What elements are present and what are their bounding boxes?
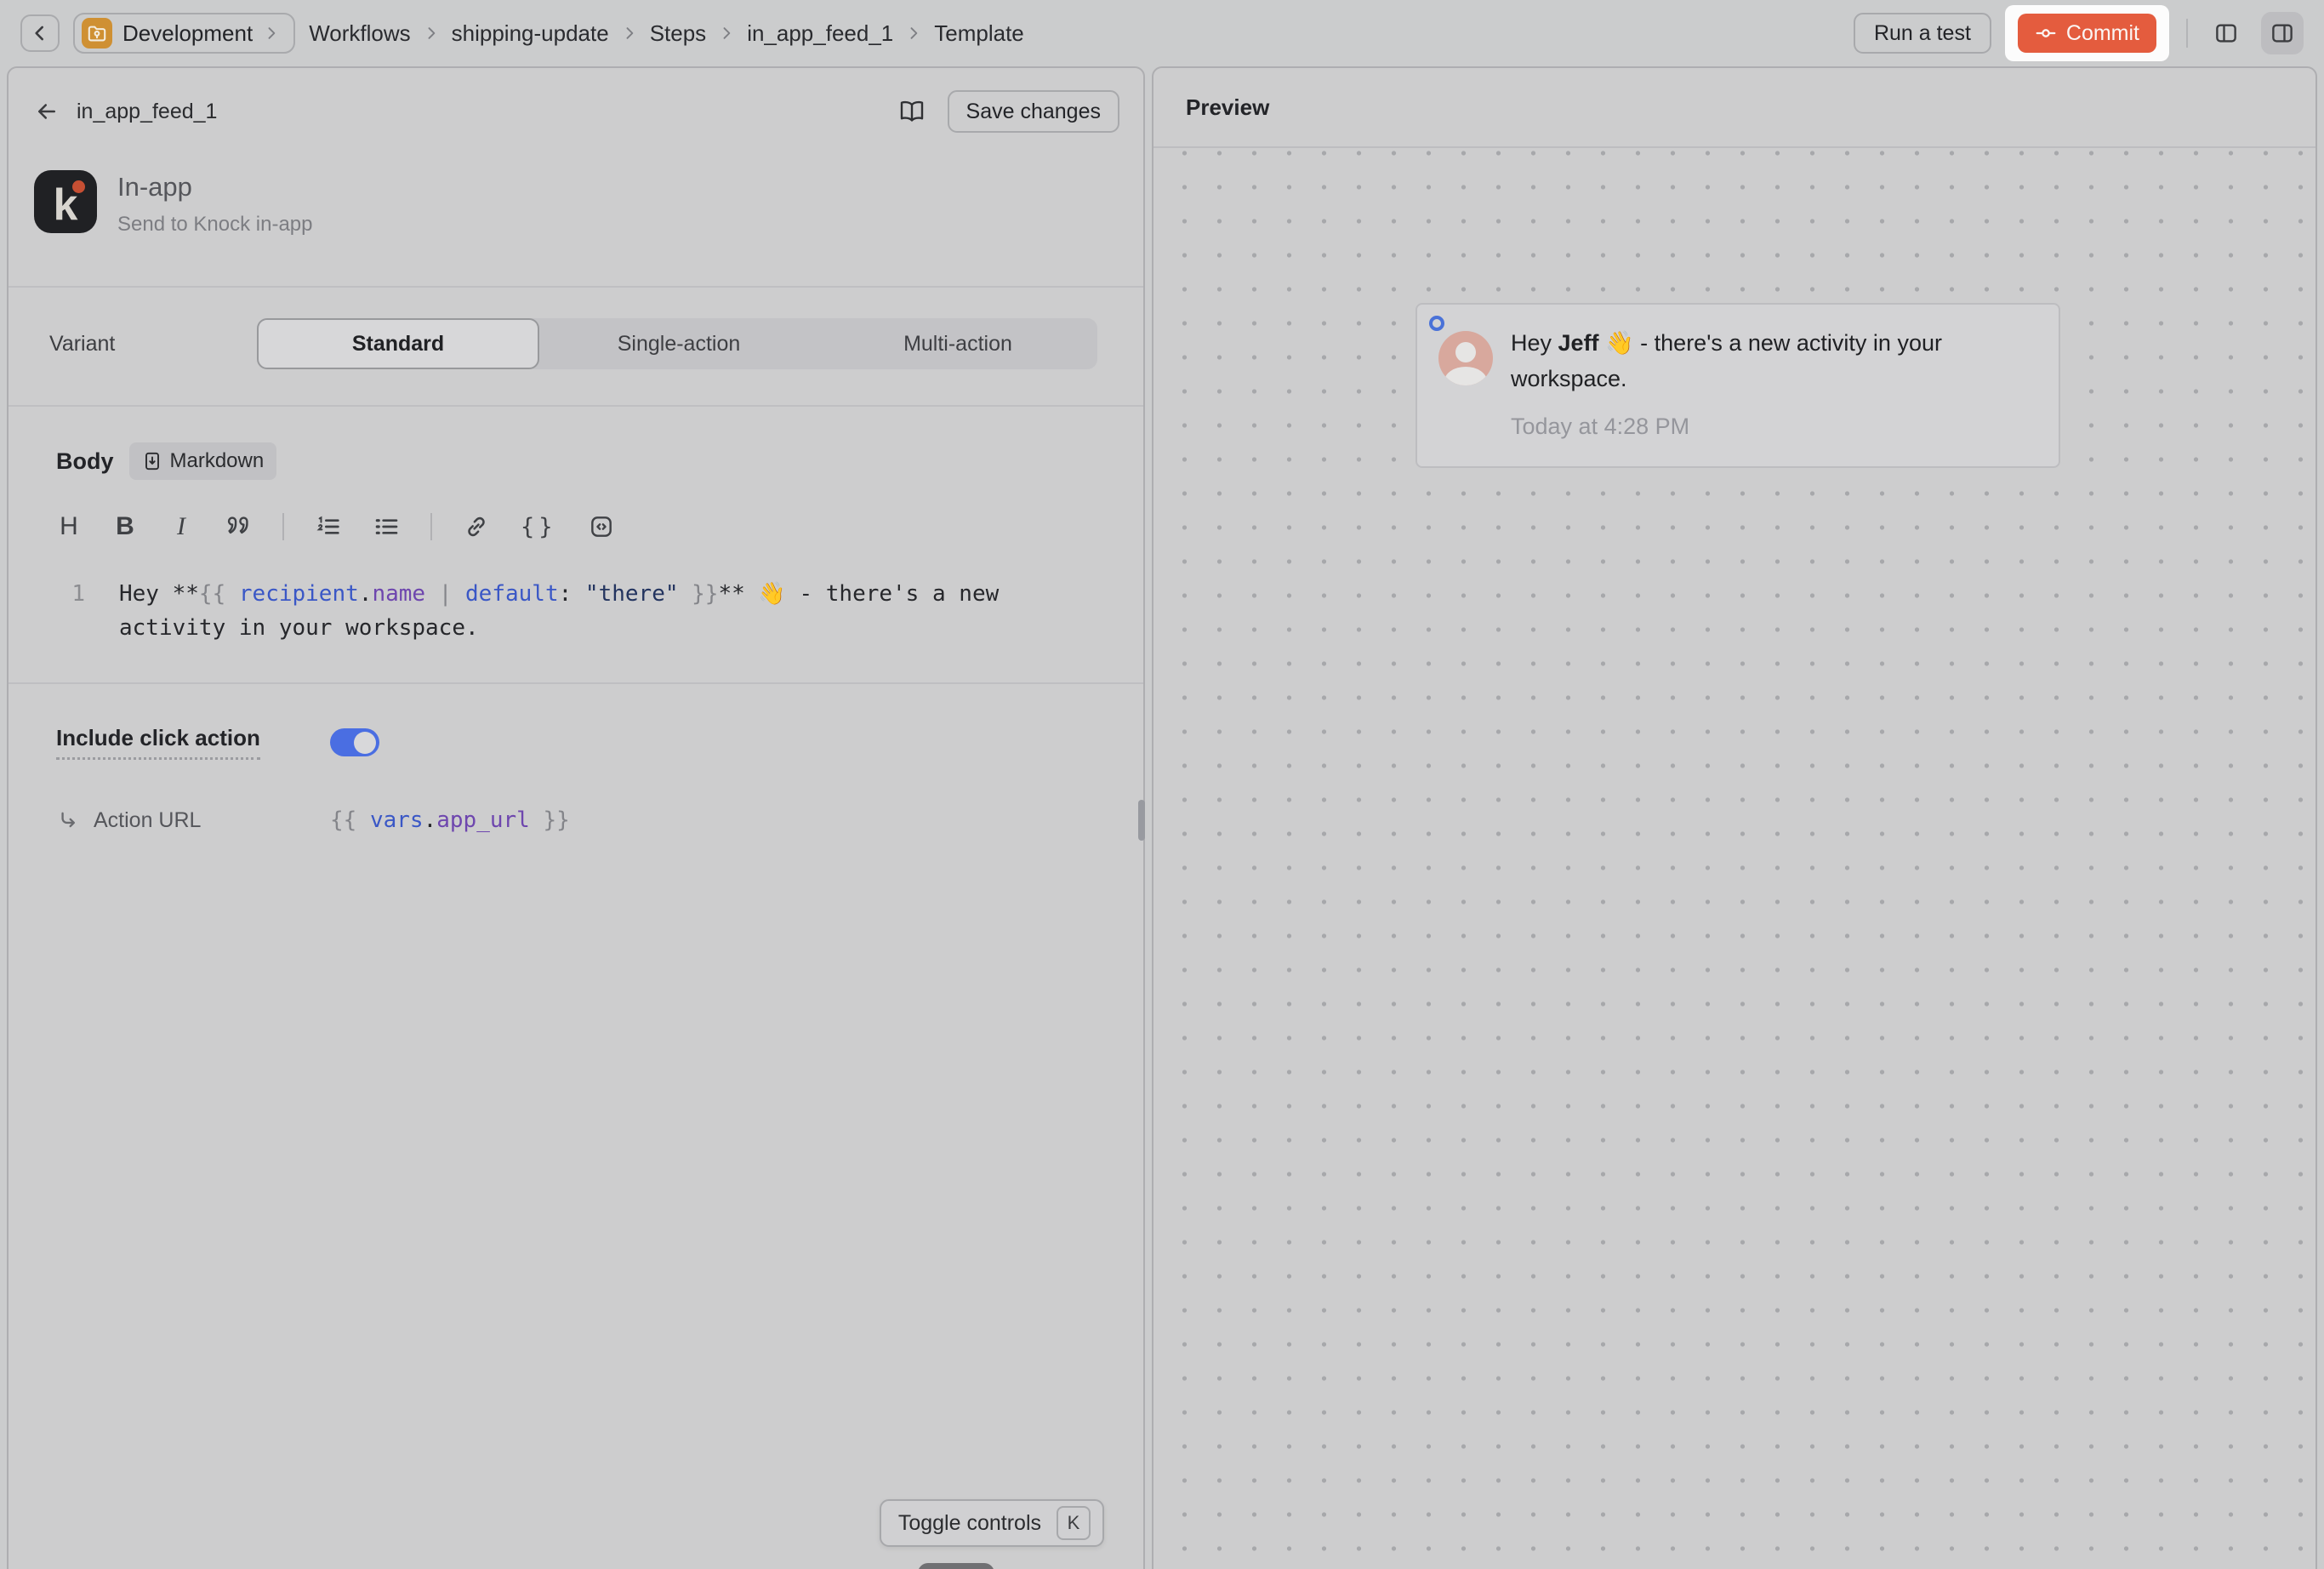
notification-preview-card[interactable]: Hey Jeff 👋 - there's a new activity in y…	[1415, 303, 2060, 468]
open-book-icon	[898, 98, 926, 125]
environment-name: Development	[122, 20, 253, 47]
commit-button[interactable]: Commit	[2018, 14, 2156, 53]
git-commit-icon	[2035, 22, 2057, 44]
variant-label: Variant	[49, 332, 257, 357]
back-arrow-icon[interactable]	[34, 99, 60, 124]
channel-title: In-app	[117, 172, 313, 203]
environment-switcher[interactable]: Development	[73, 13, 295, 54]
include-click-action-toggle[interactable]	[330, 728, 379, 756]
toggle-controls-label: Toggle controls	[898, 1511, 1041, 1536]
include-click-action-label: Include click action	[56, 725, 260, 760]
corner-arrow-icon	[56, 808, 80, 832]
notification-message: Hey Jeff 👋 - there's a new activity in y…	[1511, 325, 2021, 397]
line-number: 1	[56, 577, 85, 645]
bullet-list-button[interactable]	[373, 513, 400, 540]
template-editor-header: in_app_feed_1 Save changes	[9, 68, 1143, 133]
liquid-variable-button[interactable]: {}	[521, 514, 557, 540]
markdown-file-icon	[142, 451, 162, 471]
right-panel-layout-icon	[2270, 20, 2295, 46]
markdown-format-badge[interactable]: Markdown	[129, 442, 277, 480]
left-panel-layout-icon	[2213, 20, 2239, 46]
chevron-right-icon	[621, 25, 638, 42]
body-section: Body Markdown H B I	[9, 407, 1143, 682]
formatting-toolbar: H B I	[56, 512, 1099, 541]
preview-canvas: Hey Jeff 👋 - there's a new activity in y…	[1153, 148, 2315, 1569]
commit-spotlight: Commit	[2005, 5, 2169, 61]
variant-segmented-control: StandardSingle-actionMulti-action	[257, 318, 1097, 369]
run-a-test-button[interactable]: Run a test	[1854, 13, 1991, 54]
commit-button-label: Commit	[2066, 21, 2139, 46]
notification-timestamp: Today at 4:28 PM	[1511, 414, 1689, 440]
unread-indicator-dot	[1429, 316, 1444, 331]
toggle-left-panel-button[interactable]	[2205, 12, 2247, 54]
avatar	[1438, 331, 1493, 385]
chevron-right-icon	[718, 25, 735, 42]
ordered-list-button[interactable]	[315, 513, 342, 540]
breadcrumb: Workflows shipping-update Steps in_app_feed…	[309, 20, 1024, 47]
panel-scrollbar-thumb[interactable]	[1138, 800, 1145, 841]
variant-option-standard[interactable]: Standard	[257, 318, 539, 369]
code-block-button[interactable]	[588, 513, 615, 540]
knock-logo-dot	[72, 180, 85, 193]
toggle-knob	[354, 732, 376, 754]
docs-button[interactable]	[893, 93, 931, 130]
action-url-value[interactable]: {{ vars.app_url }}	[330, 807, 570, 833]
preview-panel: Preview Hey Jeff 👋 - there's a new activ…	[1152, 66, 2317, 1569]
recipient-name: Jeff	[1558, 330, 1599, 356]
click-action-section: Include click action Action URL {{ vars.…	[9, 684, 1143, 833]
toolbar-divider	[430, 513, 432, 540]
topbar-divider	[2186, 19, 2188, 48]
template-editor-panel: in_app_feed_1 Save changes k In-app Send…	[7, 66, 1145, 1569]
chevron-right-icon	[905, 25, 922, 42]
preview-header: Preview	[1153, 68, 2315, 148]
top-bar: Development Workflows shipping-update Step…	[0, 0, 2324, 66]
toggle-controls-button[interactable]: Toggle controls K	[880, 1499, 1104, 1547]
blockquote-button[interactable]	[225, 513, 252, 540]
knock-logo: k	[34, 170, 97, 233]
environment-folder-icon	[82, 18, 112, 48]
breadcrumb-item-Steps[interactable]: Steps	[650, 20, 707, 47]
step-name: in_app_feed_1	[77, 100, 217, 124]
toggle-right-panel-button[interactable]	[2261, 12, 2304, 54]
avatar-person-icon	[1455, 342, 1476, 362]
back-button[interactable]	[20, 14, 60, 52]
channel-info: k In-app Send to Knock in-app	[9, 133, 1143, 286]
channel-subtitle: Send to Knock in-app	[117, 213, 313, 237]
markdown-badge-label: Markdown	[170, 449, 265, 473]
variant-option-multi-action[interactable]: Multi-action	[818, 318, 1097, 369]
body-code-editor[interactable]: 1 Hey **{{ recipient.name | default: "th…	[56, 577, 1099, 682]
heading-button[interactable]: H	[56, 512, 82, 541]
breadcrumb-item-in_app_feed_1[interactable]: in_app_feed_1	[747, 20, 893, 47]
variant-option-single-action[interactable]: Single-action	[539, 318, 818, 369]
breadcrumb-item-shipping-update[interactable]: shipping-update	[452, 20, 609, 47]
breadcrumb-item-Workflows[interactable]: Workflows	[309, 20, 410, 47]
italic-button[interactable]: I	[168, 512, 194, 541]
variant-row: Variant StandardSingle-actionMulti-actio…	[9, 288, 1143, 405]
link-button[interactable]	[463, 513, 490, 540]
keyboard-shortcut-key: K	[1057, 1506, 1091, 1540]
chevron-down-icon	[263, 25, 280, 42]
body-code-line: Hey **{{ recipient.name | default: "ther…	[119, 577, 1055, 645]
chevron-right-icon	[423, 25, 440, 42]
action-url-label: Action URL	[94, 808, 201, 833]
save-changes-button[interactable]: Save changes	[948, 90, 1119, 133]
toolbar-divider	[282, 513, 284, 540]
breadcrumb-item-Template[interactable]: Template	[934, 20, 1024, 47]
body-label: Body	[56, 448, 114, 475]
partially-hidden-control	[918, 1563, 994, 1569]
chevron-left-icon	[29, 22, 51, 44]
preview-title: Preview	[1186, 94, 1269, 121]
bold-button[interactable]: B	[112, 512, 138, 541]
